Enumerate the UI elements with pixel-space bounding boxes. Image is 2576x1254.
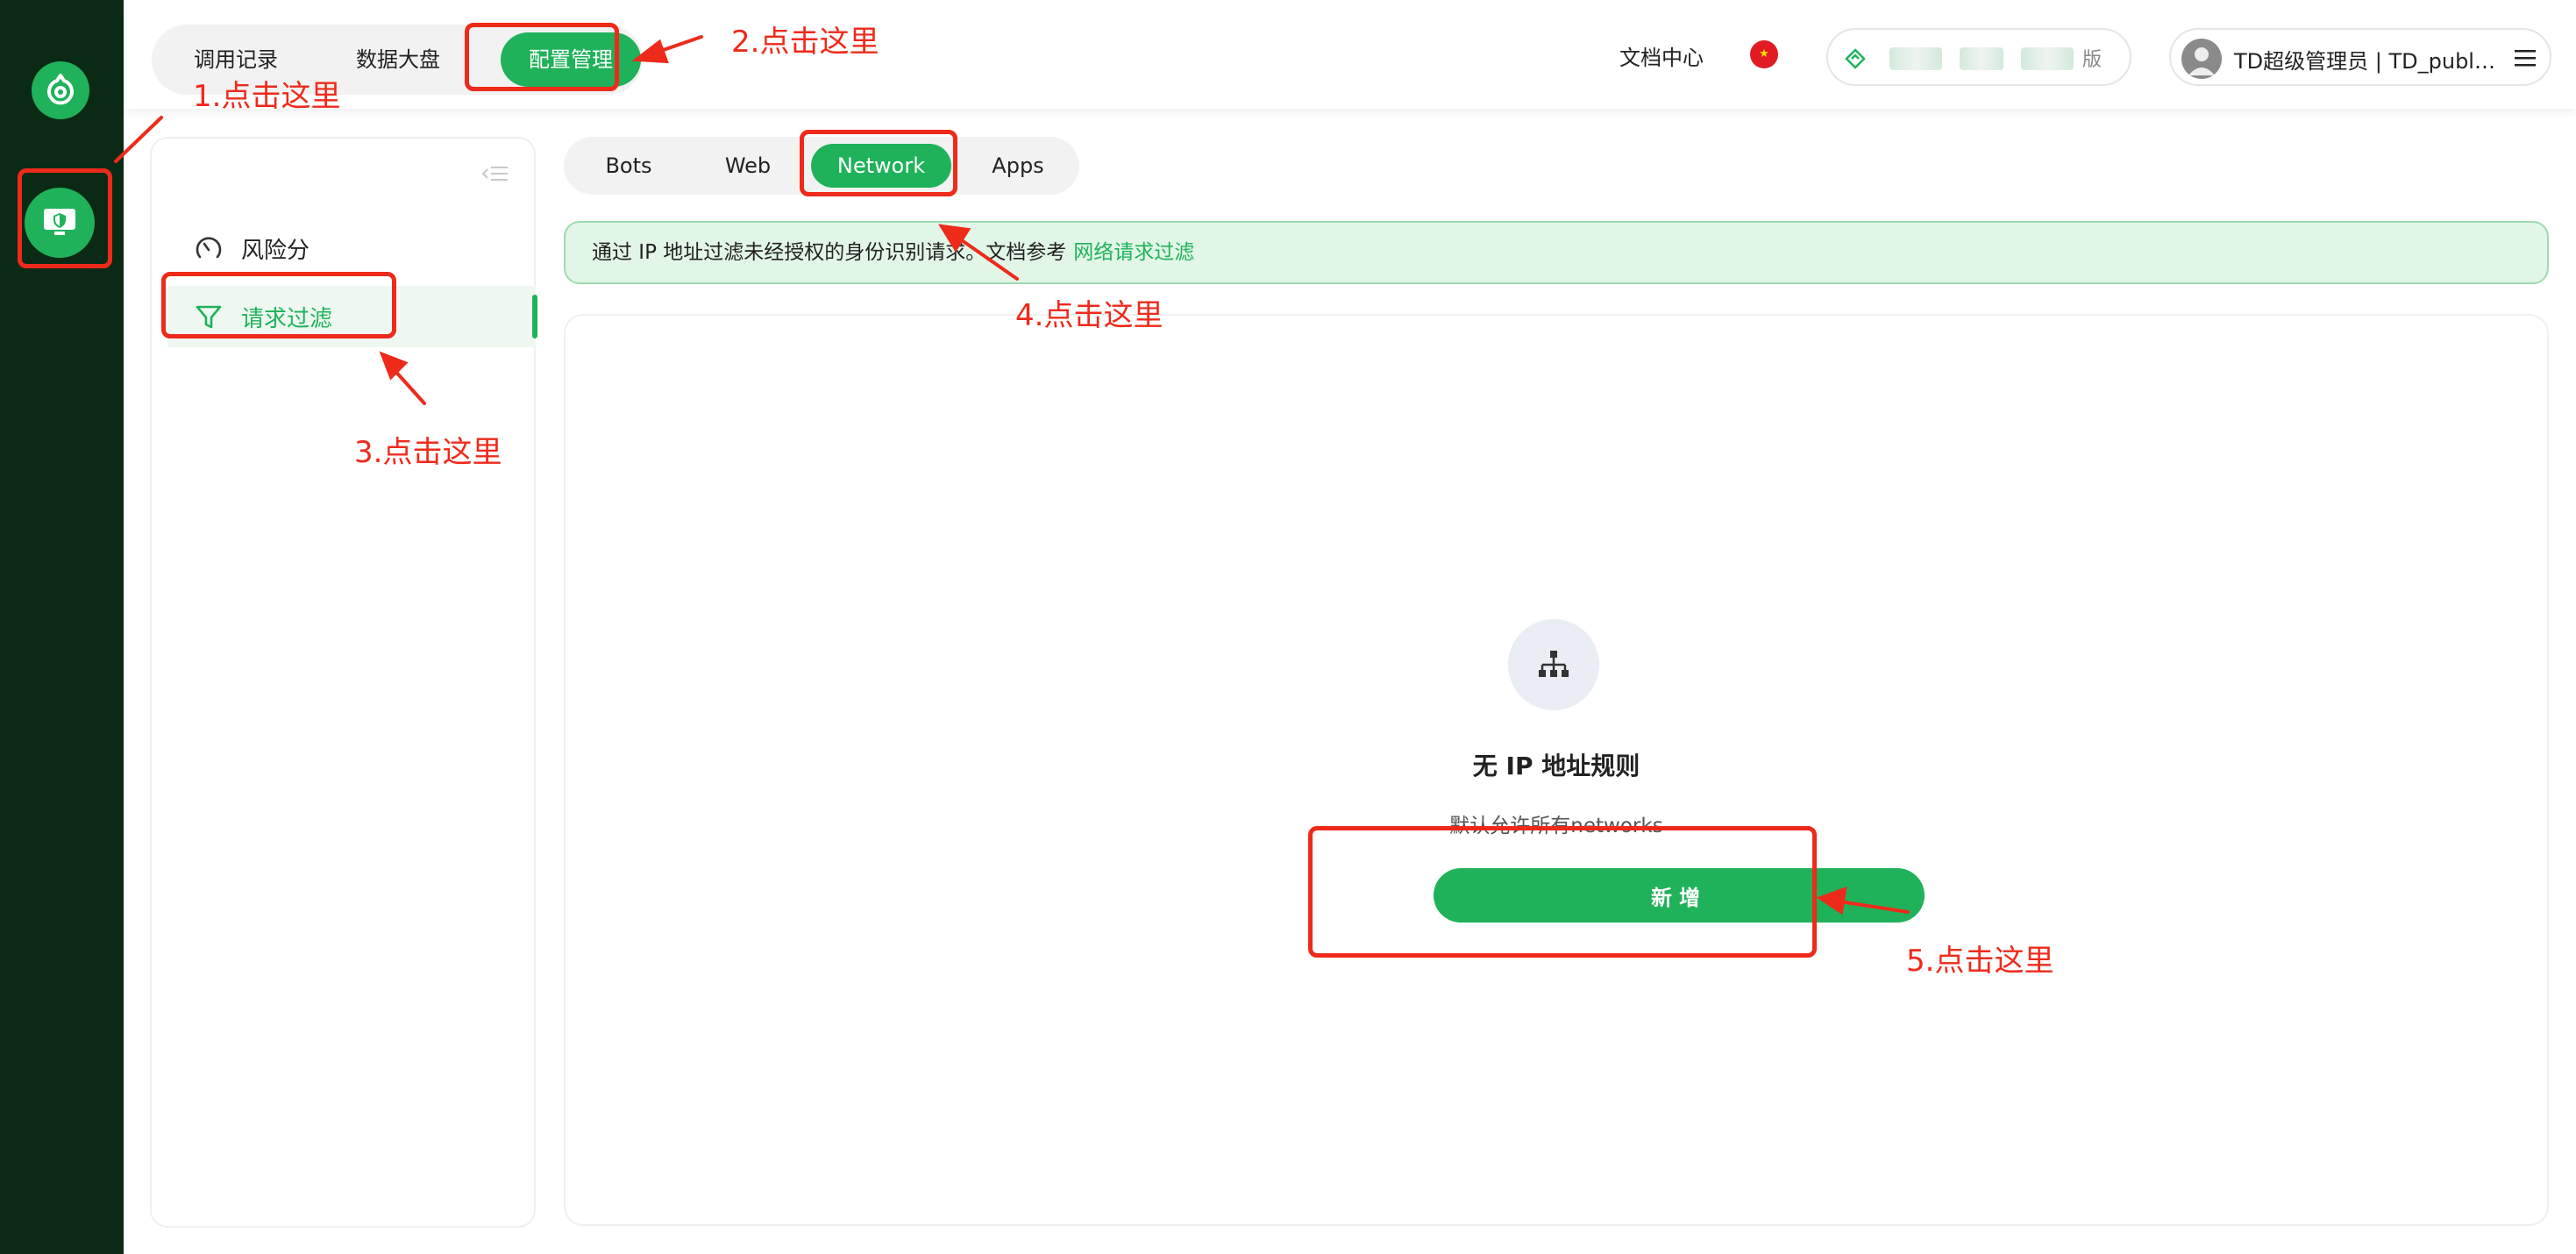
highlight-box-step-2 — [465, 23, 619, 91]
tab-apps[interactable]: Apps — [974, 137, 1062, 195]
hamburger-menu-icon[interactable] — [2513, 47, 2537, 68]
user-menu[interactable]: TD超级管理员 | TD_publi... — [2169, 28, 2551, 86]
screen: 调用记录 数据大盘 配置管理 文档中心 ★ 版 TD超级管理员 | TD_pub… — [0, 0, 2576, 1254]
docs-center-link[interactable]: 文档中心 — [1619, 40, 1704, 71]
annotation-step-2: 2.点击这里 — [731, 25, 879, 60]
network-icon — [1508, 619, 1599, 710]
plan-suffix: 版 — [2082, 49, 2103, 71]
redacted-text — [1889, 47, 1942, 70]
plan-badge[interactable]: 版 — [1826, 28, 2131, 86]
annotation-step-1: 1.点击这里 — [193, 79, 341, 114]
nav-dashboard[interactable]: 数据大盘 — [324, 25, 473, 95]
user-name: TD超级管理员 | TD_publi... — [2234, 49, 2497, 74]
app-logo-icon[interactable] — [32, 61, 89, 119]
tab-web[interactable]: Web — [704, 137, 792, 195]
highlight-box-step-5 — [1308, 826, 1817, 958]
empty-state-title: 无 IP 地址规则 — [1472, 752, 1640, 780]
annotation-step-4: 4.点击这里 — [1015, 298, 1163, 333]
annotation-step-3: 3.点击这里 — [354, 435, 502, 470]
notice-text: 通过 IP 地址过滤未经授权的身份识别请求。文档参考 — [592, 241, 1067, 264]
collapse-sidebar-icon[interactable] — [480, 161, 509, 186]
info-notice: 通过 IP 地址过滤未经授权的身份识别请求。文档参考 网络请求过滤 — [564, 221, 2549, 284]
annotation-step-5: 5.点击这里 — [1906, 944, 2054, 979]
sidebar-item-risk-score[interactable]: 风险分 — [167, 217, 536, 279]
redacted-text — [2021, 47, 2074, 70]
highlight-box-step-3 — [161, 272, 396, 338]
tab-bots[interactable]: Bots — [585, 137, 672, 195]
highlight-box-step-4 — [800, 130, 957, 196]
highlight-box-step-1 — [18, 168, 112, 268]
docs-link-network-filter[interactable]: 网络请求过滤 — [1073, 241, 1194, 264]
gauge-icon — [196, 237, 222, 259]
redacted-text — [1960, 47, 2003, 70]
diamond-icon — [1845, 48, 1866, 69]
avatar — [2181, 39, 2222, 79]
cn-flag-icon[interactable]: ★ — [1750, 40, 1778, 68]
main-panel: 调用记录 数据大盘 配置管理 文档中心 ★ 版 TD超级管理员 | TD_pub… — [124, 5, 2576, 1254]
rules-card: 无 IP 地址规则 默认允许所有networks 新增 — [564, 314, 2549, 1226]
sidebar-item-label: 风险分 — [241, 237, 310, 264]
